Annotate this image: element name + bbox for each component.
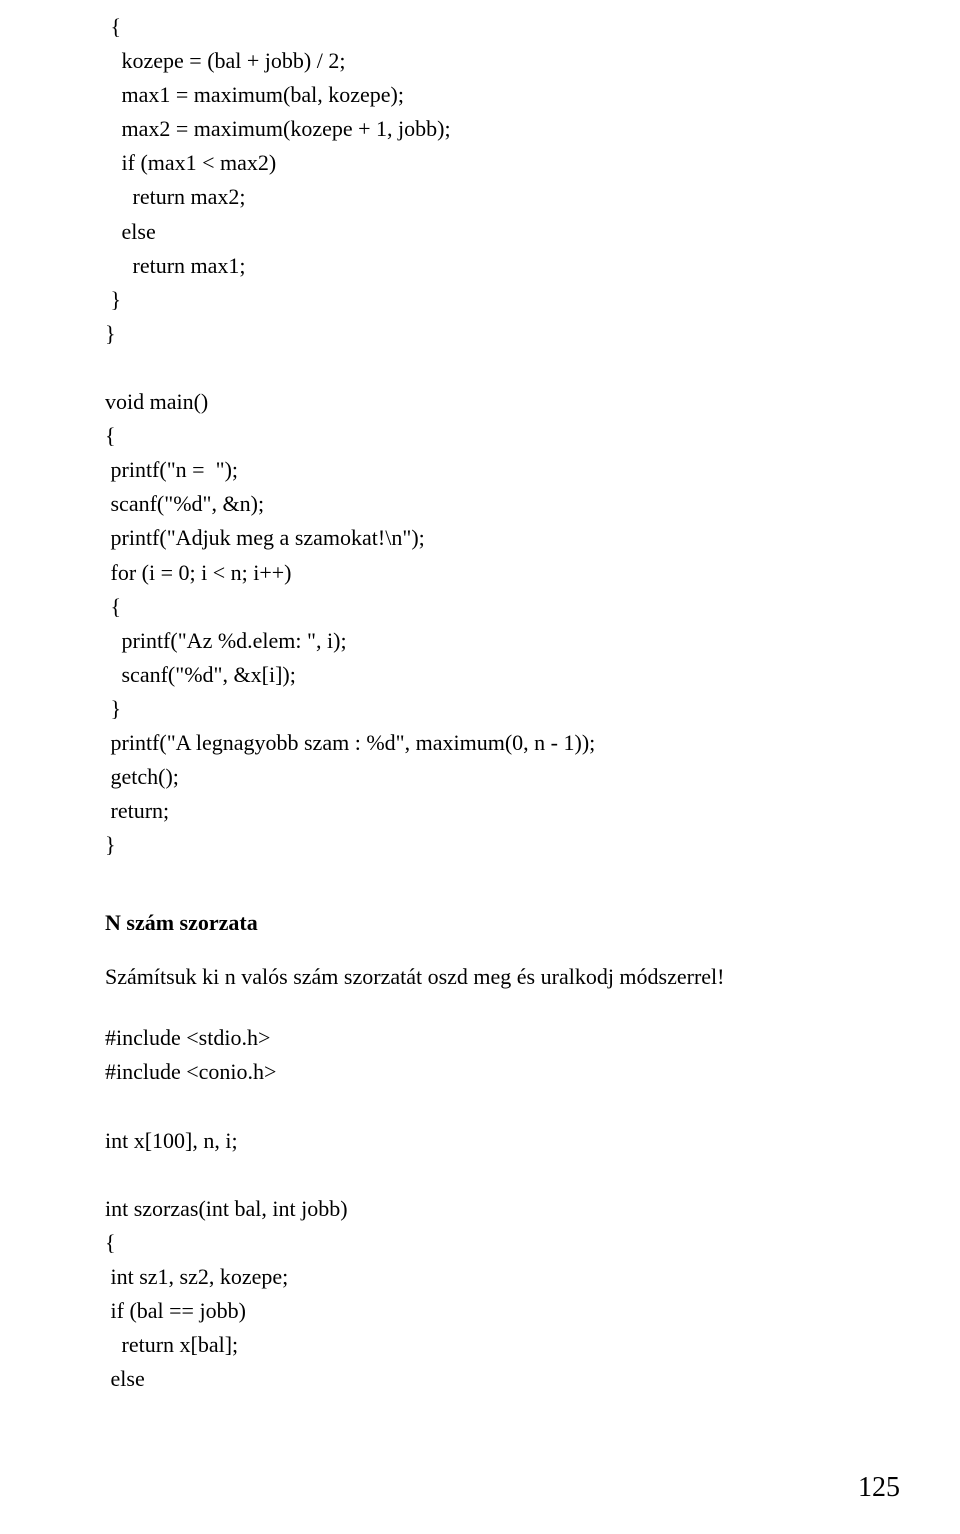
page-number: 125 — [858, 1472, 900, 1504]
code-block-1: { kozepe = (bal + jobb) / 2; max1 = maxi… — [105, 10, 850, 862]
section-heading: N szám szorzata — [105, 910, 850, 936]
document-page: { kozepe = (bal + jobb) / 2; max1 = maxi… — [0, 0, 960, 1534]
section-paragraph: Számítsuk ki n valós szám szorzatát oszd… — [105, 960, 850, 993]
code-block-2: #include <stdio.h> #include <conio.h> in… — [105, 1021, 850, 1396]
